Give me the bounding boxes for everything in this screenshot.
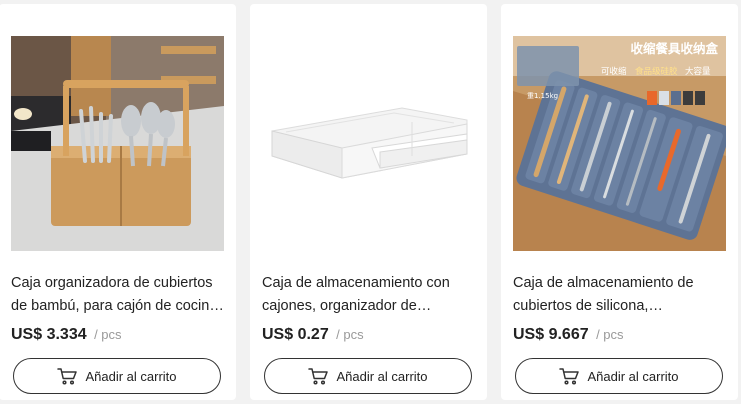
image-sub-c: 大容量 — [685, 66, 711, 77]
product-image[interactable] — [262, 36, 475, 251]
product-image[interactable]: 收缩餐具收纳盒 可收缩 食品级硅胶 大容量 重1.15kg — [513, 36, 726, 251]
cart-icon — [308, 367, 329, 385]
add-to-cart-button[interactable]: Añadir al carrito — [13, 358, 221, 394]
image-weight: 重1.15kg — [527, 92, 558, 100]
price-unit: / pcs — [596, 327, 624, 342]
add-to-cart-button[interactable]: Añadir al carrito — [515, 358, 723, 394]
price-row: US$ 9.667 / pcs — [513, 326, 624, 344]
image-sub-a: 可收缩 — [601, 66, 627, 77]
image-headline: 收缩餐具收纳盒 — [630, 41, 718, 56]
price-row: US$ 0.27 / pcs — [262, 326, 364, 344]
add-to-cart-label: Añadir al carrito — [85, 368, 177, 384]
product-card[interactable]: Caja organizadora de cubiertos de bambú,… — [0, 4, 236, 400]
product-card[interactable]: 收缩餐具收纳盒 可收缩 食品级硅胶 大容量 重1.15kg Caja de al… — [501, 4, 738, 400]
product-card[interactable]: Caja de almacenamiento con cajones, orga… — [250, 4, 487, 400]
product-price: US$ 0.27 — [262, 326, 329, 343]
product-title[interactable]: Caja organizadora de cubiertos de bambú,… — [11, 272, 226, 318]
add-to-cart-label: Añadir al carrito — [336, 368, 428, 384]
add-to-cart-label: Añadir al carrito — [587, 368, 679, 384]
image-sub-b: 食品级硅胶 — [635, 66, 678, 77]
product-image[interactable] — [11, 36, 224, 251]
cart-icon — [559, 367, 580, 385]
add-to-cart-button[interactable]: Añadir al carrito — [264, 358, 472, 394]
price-unit: / pcs — [94, 327, 122, 342]
cart-icon — [57, 367, 78, 385]
product-grid: Caja organizadora de cubiertos de bambú,… — [0, 0, 741, 404]
product-title[interactable]: Caja de almacenamiento de cubiertos de s… — [513, 272, 728, 318]
product-title[interactable]: Caja de almacenamiento con cajones, orga… — [262, 272, 477, 318]
product-price: US$ 3.334 — [11, 326, 87, 343]
price-row: US$ 3.334 / pcs — [11, 326, 122, 344]
price-unit: / pcs — [336, 327, 364, 342]
product-price: US$ 9.667 — [513, 326, 589, 343]
